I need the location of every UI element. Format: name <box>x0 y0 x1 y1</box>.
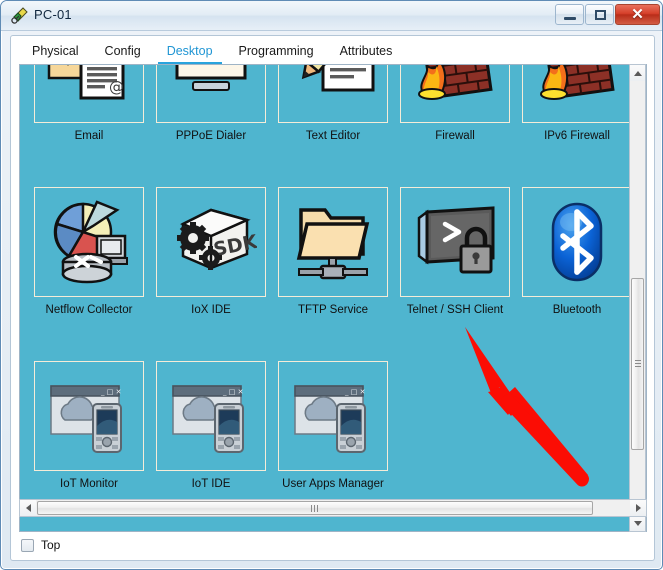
scroll-down-arrow[interactable] <box>630 515 645 531</box>
scroll-left-arrow[interactable] <box>20 500 36 516</box>
scroll-right-arrow[interactable] <box>630 500 646 516</box>
desktop-item-label: IoX IDE <box>191 304 231 316</box>
maximize-button[interactable] <box>585 4 614 25</box>
vertical-scrollbar[interactable] <box>629 64 646 532</box>
close-button[interactable]: ✕ <box>615 4 660 25</box>
desktop-icon-grid: @ Email PPPoE Dialer Text Editor Firewal… <box>20 65 632 531</box>
desktop-item-pppoe-dialer[interactable]: PPPoE Dialer <box>156 65 266 187</box>
desktop-item-label: Email <box>74 130 104 142</box>
content-panel: Physical Config Desktop Programming Attr… <box>10 35 655 561</box>
desktop-item-bluetooth[interactable]: Bluetooth <box>522 187 632 361</box>
window-buttons: ✕ <box>555 4 660 25</box>
pppoe-dialer-icon <box>156 65 266 123</box>
desktop-item-label: IPv6 Firewall <box>544 130 610 142</box>
iot-ide-icon: _ □ ✕ <box>156 361 266 471</box>
desktop-item-label: Firewall <box>435 130 475 142</box>
tab-programming-label: Programming <box>238 44 314 58</box>
triangle-right-icon <box>635 504 641 512</box>
tab-physical-label: Physical <box>32 44 79 58</box>
desktop-item-netflow-collector[interactable]: Netflow Collector <box>34 187 144 361</box>
user-apps-manager-icon: _ □ ✕ <box>278 361 388 471</box>
desktop-item-label: Netflow Collector <box>45 304 133 316</box>
minimize-icon <box>564 17 576 20</box>
icon-row: @ Email PPPoE Dialer Text Editor Firewal… <box>20 65 632 187</box>
tab-bar: Physical Config Desktop Programming Attr… <box>19 41 641 66</box>
bluetooth-icon <box>522 187 632 297</box>
horizontal-scrollbar[interactable] <box>19 499 647 517</box>
top-checkbox-row: Top <box>21 538 60 552</box>
tab-attributes[interactable]: Attributes <box>327 41 406 66</box>
vertical-scroll-thumb[interactable] <box>631 278 644 450</box>
desktop-item-label: User Apps Manager <box>282 478 384 490</box>
svg-text:@: @ <box>109 78 124 96</box>
triangle-up-icon <box>633 70 642 76</box>
scroll-grip-icon <box>635 360 641 368</box>
top-checkbox-label: Top <box>41 538 61 552</box>
desktop-item-ipv6-firewall[interactable]: IPv6 Firewall <box>522 65 632 187</box>
firewall-icon: IPv4 <box>400 65 510 123</box>
desktop-item-text-editor[interactable]: Text Editor <box>278 65 388 187</box>
horizontal-scroll-thumb[interactable] <box>37 501 593 515</box>
triangle-down-icon <box>633 520 642 526</box>
tab-physical[interactable]: Physical <box>19 41 92 66</box>
desktop-item-telnet-ssh-client[interactable]: Telnet / SSH Client <box>400 187 510 361</box>
email-icon: @ <box>34 65 144 123</box>
tab-desktop-label: Desktop <box>166 44 213 58</box>
icon-row: Netflow Collector SDK IoX IDE TFTP Servi… <box>20 187 632 361</box>
window-title: PC-01 <box>34 7 72 22</box>
desktop-item-email[interactable]: @ Email <box>34 65 144 187</box>
minimize-button[interactable] <box>555 4 584 25</box>
scroll-up-arrow[interactable] <box>630 65 645 81</box>
iox-ide-icon: SDK <box>156 187 266 297</box>
tab-programming[interactable]: Programming <box>226 41 327 66</box>
svg-text:_ □ ✕: _ □ ✕ <box>222 388 243 396</box>
text-editor-icon <box>278 65 388 123</box>
tab-desktop[interactable]: Desktop <box>154 41 226 66</box>
tab-attributes-label: Attributes <box>339 44 393 58</box>
desktop-item-label: Text Editor <box>305 130 361 142</box>
pc-window: PC-01 ✕ Physical Config Desktop Programm… <box>0 0 663 570</box>
desktop-item-label: IoT Monitor <box>60 478 118 490</box>
netflow-collector-icon <box>34 187 144 297</box>
svg-text:_ □ ✕: _ □ ✕ <box>100 388 121 396</box>
desktop-item-tftp-service[interactable]: TFTP Service <box>278 187 388 361</box>
maximize-icon <box>595 10 606 20</box>
title-bar[interactable]: PC-01 ✕ <box>1 1 662 31</box>
ipv6-firewall-icon: IPv6 <box>522 65 632 123</box>
desktop-viewport: @ Email PPPoE Dialer Text Editor Firewal… <box>19 64 647 532</box>
close-icon: ✕ <box>631 6 644 23</box>
desktop-item-label: TFTP Service <box>297 304 369 316</box>
triangle-left-icon <box>25 504 31 512</box>
desktop-item-label: PPPoE Dialer <box>175 130 247 142</box>
desktop-item-label: Bluetooth <box>552 304 602 316</box>
tab-config[interactable]: Config <box>92 41 154 66</box>
tftp-service-icon <box>278 187 388 297</box>
desktop-item-label: Telnet / SSH Client <box>406 304 504 316</box>
tab-config-label: Config <box>104 44 141 58</box>
svg-text:_ □ ✕: _ □ ✕ <box>344 388 365 396</box>
desktop-item-label: IoT IDE <box>191 478 231 490</box>
packet-tracer-icon <box>11 7 28 24</box>
scroll-grip-icon <box>311 505 320 512</box>
telnet-ssh-client-icon <box>400 187 510 297</box>
desktop-item-iox-ide[interactable]: SDK IoX IDE <box>156 187 266 361</box>
iot-monitor-icon: _ □ ✕ <box>34 361 144 471</box>
top-checkbox[interactable] <box>21 538 34 552</box>
desktop-item-firewall[interactable]: IPv4 <box>400 65 510 187</box>
